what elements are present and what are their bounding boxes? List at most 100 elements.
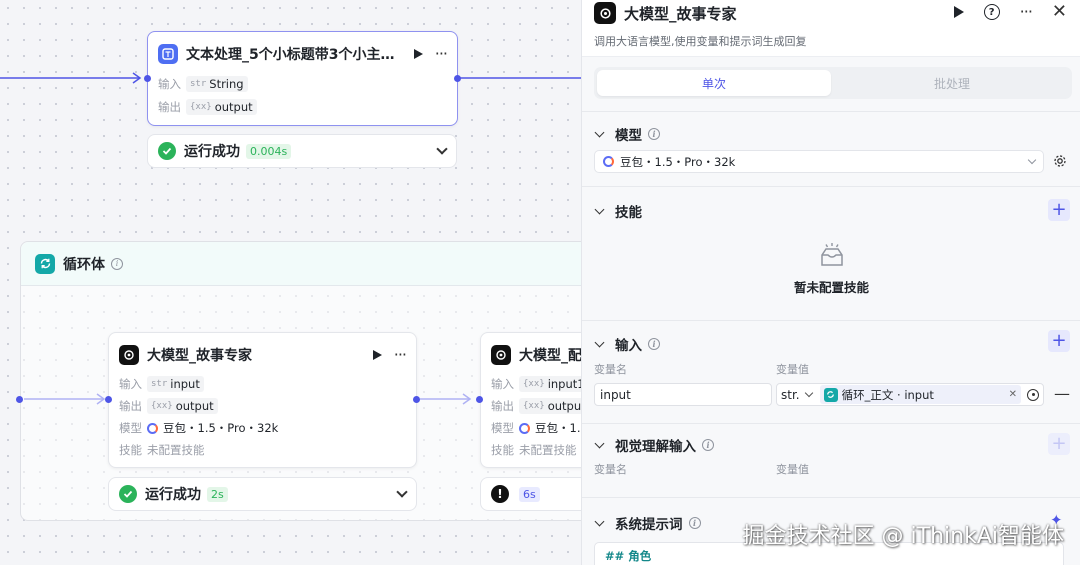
model-value: 豆包・1.5 xyxy=(535,421,588,435)
input-value: String xyxy=(209,77,244,91)
success-icon xyxy=(119,485,137,503)
section-model[interactable]: 模型 i xyxy=(594,124,660,144)
clear-icon[interactable]: ✕ xyxy=(1009,389,1017,400)
model-label: 模型 xyxy=(119,421,142,435)
output-value: output xyxy=(175,399,214,413)
doubao-llm-icon xyxy=(594,2,616,24)
info-icon[interactable]: i xyxy=(111,257,123,270)
skill-label: 技能 xyxy=(119,443,142,457)
var-name-header: 变量名 xyxy=(594,363,627,376)
input-port[interactable] xyxy=(476,396,483,403)
panel-description: 调用大语言模型,使用变量和提示词生成回复 xyxy=(594,35,807,48)
section-skills[interactable]: 技能 xyxy=(594,201,642,221)
text-processing-icon xyxy=(158,44,178,64)
type-badge: {xx} xyxy=(523,379,545,389)
section-inputs[interactable]: 输入 i xyxy=(594,334,660,354)
success-icon xyxy=(158,142,176,160)
section-vision-input[interactable]: 视觉理解输入 i xyxy=(594,435,714,455)
chevron-down-icon[interactable] xyxy=(804,388,813,398)
loop-input-port[interactable] xyxy=(16,396,23,403)
input-port[interactable] xyxy=(144,75,151,82)
section-title: 技能 xyxy=(615,205,642,221)
loop-title: 循环体 xyxy=(63,256,105,273)
var-name-value: input xyxy=(600,387,631,402)
input-value: input1 xyxy=(547,377,585,391)
llm-node-story-expert[interactable]: 大模型_故事专家 ··· 输入 str input 输出 {xx} output 模… xyxy=(108,332,417,468)
warning-icon: ! xyxy=(491,485,509,503)
section-title: 视觉理解输入 xyxy=(615,439,696,455)
model-label: 模型 xyxy=(491,421,514,435)
output-label: 输出 xyxy=(158,100,181,114)
skills-empty-text: 暂未配置技能 xyxy=(793,280,869,295)
info-icon[interactable]: i xyxy=(648,338,660,350)
time-badge: 6s xyxy=(519,486,540,502)
chevron-down-icon[interactable] xyxy=(436,142,448,155)
var-name-input[interactable]: input xyxy=(594,383,772,406)
more-icon[interactable]: ··· xyxy=(435,46,448,62)
run-icon[interactable] xyxy=(372,350,382,360)
input-port[interactable] xyxy=(105,396,112,403)
tab-single[interactable]: 单次 xyxy=(597,70,831,96)
type-badge: str xyxy=(190,79,207,89)
run-icon[interactable] xyxy=(953,6,964,18)
add-input-button[interactable]: + xyxy=(1048,330,1070,352)
section-system-prompt[interactable]: 系统提示词 i xyxy=(594,513,701,533)
model-select[interactable]: 豆包・1.5・Pro・32k xyxy=(594,150,1044,173)
collapse-icon[interactable] xyxy=(594,438,605,448)
tab-batch[interactable]: 批处理 xyxy=(835,70,1069,96)
type-badge: {xx} xyxy=(523,401,545,411)
node-title: 大模型_配 xyxy=(519,348,582,364)
skill-value: 未配置技能 xyxy=(147,443,205,457)
info-icon[interactable]: i xyxy=(648,128,660,140)
more-icon[interactable]: ··· xyxy=(1020,4,1033,20)
chevron-down-icon xyxy=(1027,155,1037,165)
doubao-logo-icon xyxy=(603,156,614,167)
section-title: 系统提示词 xyxy=(615,517,683,533)
output-port[interactable] xyxy=(413,396,420,403)
variable-reference: 循环_正文 · input ✕ xyxy=(819,385,1021,404)
output-port[interactable] xyxy=(454,75,461,82)
model-value: 豆包・1.5・Pro・32k xyxy=(620,154,736,169)
input-value: input xyxy=(170,377,200,391)
time-badge: 0.004s xyxy=(246,143,292,159)
info-icon[interactable]: i xyxy=(702,439,714,451)
more-icon[interactable]: ··· xyxy=(394,347,407,363)
section-title: 模型 xyxy=(615,128,642,144)
model-value: 豆包・1.5・Pro・32k xyxy=(163,421,279,435)
skill-label: 技能 xyxy=(491,443,514,457)
collapse-icon[interactable] xyxy=(594,337,605,347)
collapse-icon[interactable] xyxy=(594,204,605,214)
gear-icon[interactable] xyxy=(1053,154,1067,168)
time-badge: 2s xyxy=(207,486,228,502)
run-icon[interactable] xyxy=(413,49,423,59)
status-text: 运行成功 xyxy=(184,144,240,160)
var-value-input[interactable]: str. 循环_正文 · input ✕ xyxy=(776,383,1044,406)
run-mode-tabs: 单次 批处理 xyxy=(594,67,1072,99)
close-icon[interactable]: ✕ xyxy=(1052,3,1067,21)
section-title: 输入 xyxy=(615,338,642,354)
output-value: output xyxy=(547,399,586,413)
node-title: 大模型_故事专家 xyxy=(147,348,252,364)
output-label: 输出 xyxy=(491,399,514,413)
info-icon[interactable]: i xyxy=(688,517,701,529)
doubao-logo-icon xyxy=(519,422,530,434)
chevron-down-icon[interactable] xyxy=(396,485,408,498)
type-select[interactable]: str. xyxy=(781,388,800,402)
output-tag: {xx} output xyxy=(519,398,590,414)
var-value-header: 变量值 xyxy=(776,363,809,376)
add-skill-button[interactable]: + xyxy=(1048,199,1070,221)
var-value-header: 变量值 xyxy=(776,463,809,476)
help-icon[interactable]: ? xyxy=(983,4,1000,20)
remove-input-icon[interactable]: — xyxy=(1054,384,1070,403)
run-status-bar[interactable]: 运行成功 0.004s xyxy=(147,134,457,168)
collapse-icon[interactable] xyxy=(594,127,605,137)
input-tag: str input xyxy=(147,376,204,392)
empty-box-icon xyxy=(821,243,843,266)
ref-value: 循环_正文 · input xyxy=(841,387,934,402)
target-icon[interactable] xyxy=(1027,388,1039,401)
text-processing-node[interactable]: 文本处理_5个小标题带3个小主… ··· 输入 str String 输出 {xx… xyxy=(147,31,458,126)
run-status-bar[interactable]: 运行成功 2s xyxy=(108,477,417,511)
add-vision-input-button[interactable]: + xyxy=(1048,433,1070,455)
input-label: 输入 xyxy=(119,377,142,391)
collapse-icon[interactable] xyxy=(594,516,605,526)
